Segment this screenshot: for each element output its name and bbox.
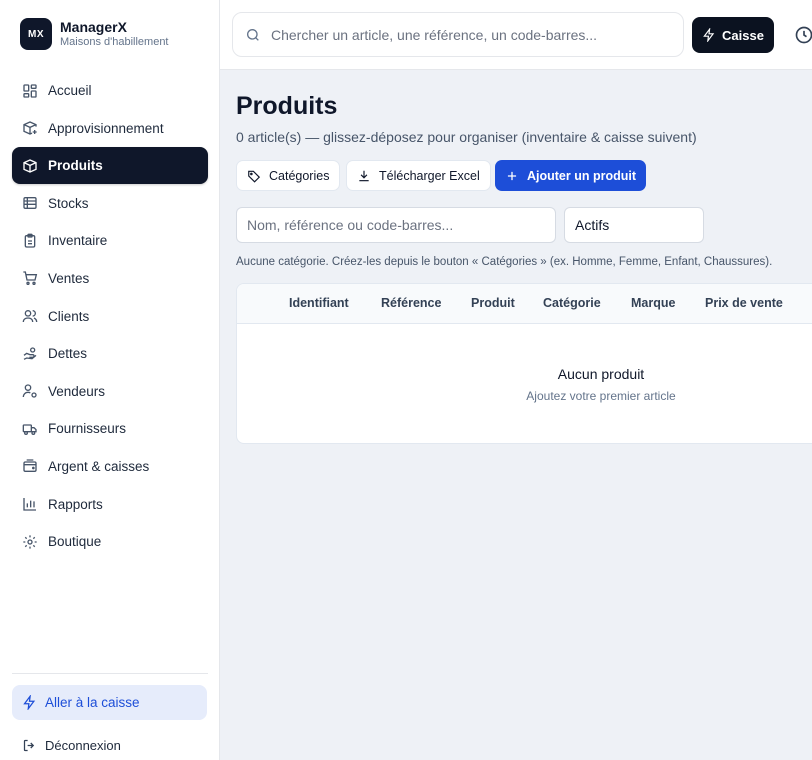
page-subtitle: 0 article(s) — glissez-déposez pour orga… [236, 129, 697, 145]
sidebar-nav: Accueil Approvisionnement Produits Stock… [12, 72, 208, 561]
lightning-icon [22, 695, 37, 710]
sidebar-item-label: Produits [48, 158, 103, 174]
sidebar-item-label: Approvisionnement [48, 120, 164, 136]
logout-label: Déconnexion [45, 738, 121, 753]
add-product-label: Ajouter un produit [527, 168, 637, 183]
package-icon [22, 158, 38, 174]
bar-chart-icon [22, 496, 38, 512]
wallet-icon [22, 458, 38, 474]
categories-hint: Aucune catégorie. Créez-les depuis le bo… [236, 256, 773, 268]
column-header-identifiant[interactable]: Identifiant [289, 296, 349, 310]
sidebar-item-dettes[interactable]: Dettes [12, 335, 208, 372]
logout-icon [22, 738, 37, 753]
sidebar-item-label: Dettes [48, 346, 88, 362]
column-header-produit[interactable]: Produit [471, 296, 515, 310]
empty-state-title: Aucun produit [557, 366, 645, 382]
sidebar-item-label: Clients [48, 308, 90, 324]
lightning-icon [702, 28, 716, 42]
sidebar-item-label: Inventaire [48, 233, 108, 249]
sidebar-item-accueil[interactable]: Accueil [12, 72, 208, 109]
clock-icon[interactable] [794, 25, 812, 50]
sidebar-item-vendeurs[interactable]: Vendeurs [12, 373, 208, 410]
column-header-prix-de-vente[interactable]: Prix de vente [705, 296, 783, 310]
add-product-button[interactable]: Ajouter un produit [495, 160, 647, 191]
sidebar-item-approvisionnement[interactable]: Approvisionnement [12, 110, 208, 147]
gear-icon [22, 534, 38, 550]
sidebar-item-label: Boutique [48, 534, 102, 550]
database-icon [22, 195, 38, 211]
user-cog-icon [22, 383, 38, 399]
column-header-marque[interactable]: Marque [631, 296, 675, 310]
go-to-cash-button[interactable]: Aller à la caisse [12, 685, 207, 720]
sidebar-item-label: Argent & caisses [48, 458, 150, 474]
sidebar-item-clients[interactable]: Clients [12, 298, 208, 335]
sidebar: MX ManagerX Maisons d'habillement Accuei… [0, 0, 220, 760]
categories-label: Catégories [269, 168, 330, 183]
sidebar-item-label: Stocks [48, 195, 89, 211]
sidebar-divider [12, 673, 208, 674]
hand-coins-icon [22, 346, 38, 362]
search-input[interactable] [271, 26, 671, 43]
status-select[interactable]: Actifs [564, 207, 704, 243]
sidebar-item-argent-caisses[interactable]: Argent & caisses [12, 448, 208, 485]
brand-subtitle: Maisons d'habillement [60, 36, 169, 48]
download-icon [357, 169, 371, 183]
dashboard-icon [22, 83, 38, 99]
sidebar-item-label: Fournisseurs [48, 421, 127, 437]
sidebar-item-label: Ventes [48, 270, 90, 286]
box-plus-icon [22, 120, 38, 136]
sidebar-item-label: Vendeurs [48, 383, 106, 399]
caisse-button[interactable]: Caisse [692, 17, 774, 53]
plus-icon [505, 169, 519, 183]
product-filter-input[interactable] [236, 207, 556, 243]
download-excel-button[interactable]: Télécharger Excel [346, 160, 491, 191]
sidebar-item-stocks[interactable]: Stocks [12, 185, 208, 222]
brand-name: ManagerX [60, 19, 127, 35]
column-header-categorie[interactable]: Catégorie [543, 296, 601, 310]
brand[interactable]: MX ManagerX Maisons d'habillement [20, 18, 169, 50]
brand-logo: MX [20, 18, 52, 50]
sidebar-item-produits[interactable]: Produits [12, 147, 208, 185]
sidebar-item-label: Rapports [48, 496, 103, 512]
cart-icon [22, 270, 38, 286]
global-search[interactable] [232, 12, 684, 57]
column-header-reference[interactable]: Référence [381, 296, 441, 310]
users-icon [22, 308, 38, 324]
products-table: Identifiant Référence Produit Catégorie … [236, 283, 812, 444]
page-title: Produits [236, 92, 338, 120]
categories-button[interactable]: Catégories [236, 160, 341, 191]
table-header: Identifiant Référence Produit Catégorie … [237, 284, 812, 324]
go-to-cash-label: Aller à la caisse [45, 695, 140, 710]
search-icon [245, 27, 261, 43]
sidebar-item-label: Accueil [48, 83, 92, 98]
sidebar-item-rapports[interactable]: Rapports [12, 486, 208, 523]
truck-icon [22, 421, 38, 437]
main-content: Produits 0 article(s) — glissez-déposez … [220, 70, 812, 760]
download-excel-label: Télécharger Excel [379, 168, 480, 183]
clipboard-icon [22, 233, 38, 249]
sidebar-item-ventes[interactable]: Ventes [12, 260, 208, 297]
empty-state-subtitle: Ajoutez votre premier article [526, 389, 676, 403]
logout-button[interactable]: Déconnexion [22, 738, 121, 753]
topbar: Caisse [220, 0, 812, 70]
tag-icon [247, 169, 261, 183]
sidebar-item-fournisseurs[interactable]: Fournisseurs [12, 410, 208, 447]
sidebar-item-boutique[interactable]: Boutique [12, 523, 208, 560]
sidebar-item-inventaire[interactable]: Inventaire [12, 222, 208, 259]
caisse-label: Caisse [722, 27, 764, 43]
